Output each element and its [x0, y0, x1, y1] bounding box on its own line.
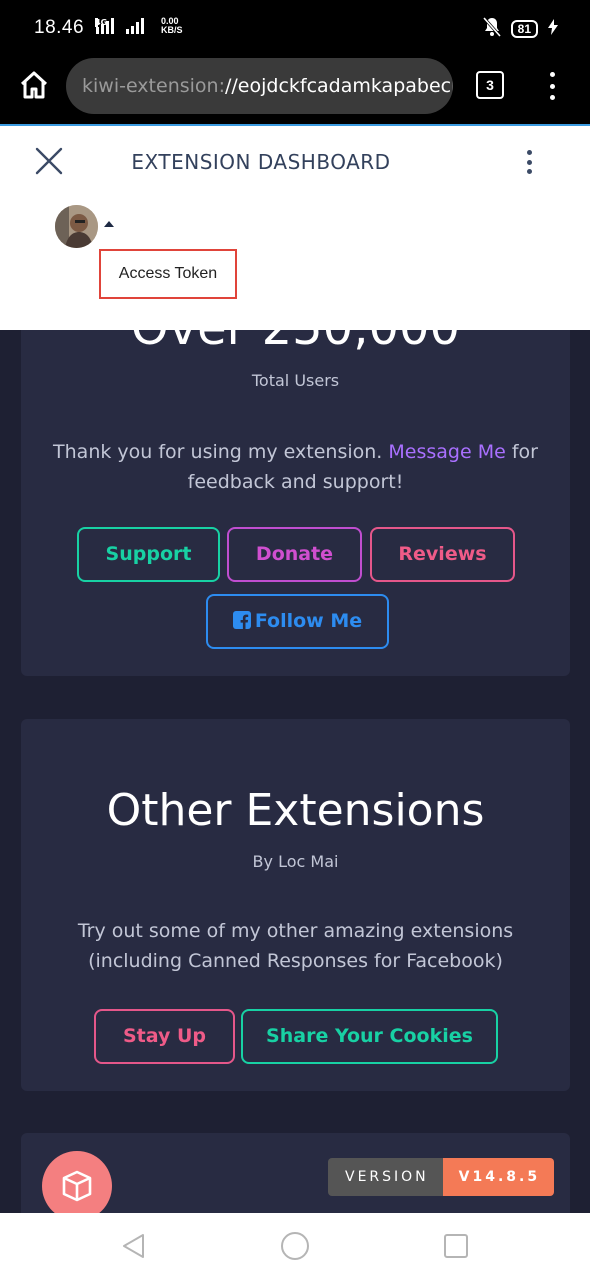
reviews-button[interactable]: Reviews	[370, 527, 515, 582]
more-options-icon[interactable]	[526, 150, 532, 174]
follow-me-button[interactable]: Follow Me	[206, 594, 389, 649]
battery-indicator: 81	[510, 20, 538, 38]
recents-icon[interactable]	[443, 1233, 469, 1263]
home-circle-icon[interactable]	[280, 1231, 310, 1265]
home-icon[interactable]	[18, 70, 50, 100]
signal-icon: 4G	[95, 18, 144, 34]
caret-up-icon[interactable]	[104, 221, 114, 227]
version-badge: VERSION V14.8.5	[328, 1158, 555, 1196]
charging-icon	[548, 19, 558, 39]
avatar[interactable]	[55, 205, 98, 248]
stats-card: Over 250,000 Total Users Thank you for u…	[21, 300, 570, 676]
other-extensions-title: Other Extensions	[106, 785, 485, 836]
mute-bell-icon	[482, 17, 501, 41]
message-me-link[interactable]: Message Me	[388, 441, 505, 463]
status-time: 18.46	[34, 17, 85, 38]
dashboard-header: EXTENSION DASHBOARD Access Token	[0, 126, 590, 330]
cube-icon	[59, 1168, 95, 1208]
floating-action-button[interactable]	[42, 1151, 112, 1221]
system-nav-bar	[0, 1213, 590, 1280]
thanks-text: Thank you for using my extension. Messag…	[53, 441, 538, 493]
other-extensions-card: Other Extensions By Loc Mai Try out some…	[21, 719, 570, 1091]
network-speed: 0.00 KB/S	[161, 16, 183, 35]
version-value: V14.8.5	[442, 1158, 555, 1196]
browser-menu-icon[interactable]	[548, 72, 556, 100]
support-button[interactable]: Support	[77, 527, 220, 582]
other-extensions-description: Try out some of my other amazing extensi…	[77, 920, 514, 972]
stay-up-button[interactable]: Stay Up	[94, 1009, 235, 1064]
url-scheme: kiwi-extension:	[82, 75, 225, 97]
back-icon[interactable]	[120, 1232, 148, 1264]
status-bar: 18.46 4G 0.00 KB/S 81	[0, 0, 590, 52]
browser-toolbar: kiwi-extension://eojdckfcadamkapabechl 3	[0, 52, 590, 124]
facebook-icon	[232, 611, 251, 629]
page-title: EXTENSION DASHBOARD	[131, 150, 391, 174]
version-label: VERSION	[328, 1158, 443, 1196]
total-users-label: Total Users	[251, 371, 340, 390]
tabs-button[interactable]: 3	[476, 71, 504, 99]
url-path: //eojdckfcadamkapabechl	[224, 75, 453, 97]
url-bar[interactable]: kiwi-extension://eojdckfcadamkapabechl	[66, 58, 453, 114]
author-byline: By Loc Mai	[252, 852, 339, 871]
access-token-menu-item[interactable]: Access Token	[99, 249, 237, 299]
share-your-cookies-button[interactable]: Share Your Cookies	[241, 1009, 498, 1064]
donate-button[interactable]: Donate	[227, 527, 362, 582]
network-type: 4G	[95, 18, 108, 27]
